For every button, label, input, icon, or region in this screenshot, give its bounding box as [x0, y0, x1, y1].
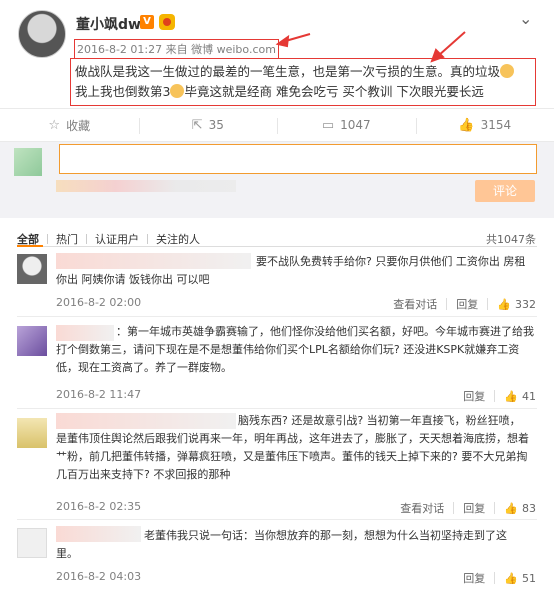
tab-verified[interactable]: 认证用户 [95, 231, 139, 247]
comment-text-line: 打个倒数第三，请问下现在是不是想董伟给你们买个LPL名额给你们玩? 还没进KSP… [56, 343, 520, 356]
chevron-down-icon[interactable]: ⌄ [519, 9, 532, 28]
comment-total: 共1047条 [486, 233, 536, 246]
comment-text: ：第一年城市英雄争霸赛输了，他们怪你没给他们买名额，好吧。今年城市赛进了给我 打… [56, 323, 536, 377]
level-badge-icon [159, 14, 175, 30]
comment-icon: ▭ [321, 117, 335, 133]
favorite-button[interactable]: ☆ 收藏 [0, 109, 139, 141]
my-avatar [14, 148, 42, 176]
view-conversation-link[interactable]: 查看对话 [400, 500, 444, 516]
like-count: 41 [522, 389, 536, 403]
repost-count: 35 [208, 118, 224, 132]
post-text-line2a: 我上我也倒数第3 [75, 84, 171, 99]
comment-text: 老董伟我只说一句话：当你想放弃的那一刻，想想为什么当初坚持走到了这 里。 [56, 527, 536, 563]
comment-text-line: 老董伟我只说一句话：当你想放弃的那一刻，想想为什么当初坚持走到了这 [144, 529, 507, 542]
reply-link[interactable]: 回复 [463, 500, 485, 516]
comment-tools: 回复 👍 51 [463, 570, 536, 586]
tab-hot[interactable]: 热门 [56, 231, 78, 247]
like-count: 51 [522, 571, 536, 585]
comment-text-line: 艹粉，前几把董伟转播，弹幕疯狂喷，又是董伟压下喷声。董伟的钱天上掉下来的? 要不… [56, 450, 528, 463]
repost-icon: ⇱ [191, 117, 203, 133]
post-text-line1: 做战队是我这一生做过的最差的一笔生意，也是第一次亏损的生意。真的垃圾 [75, 64, 501, 79]
reply-link[interactable]: 回复 [456, 296, 478, 312]
action-bar: ☆ 收藏 ⇱ 35 ▭ 1047 👍 3154 [0, 108, 554, 142]
comment-text-line: 是董伟顶住舆论然后跟我们说再来一年，明年再战，这年进去了，膨胀了，天天想着海底捞… [56, 432, 529, 445]
commenter-avatar[interactable] [17, 528, 47, 558]
view-conversation-link[interactable]: 查看对话 [393, 296, 437, 312]
send-comment-button[interactable]: 评论 [475, 180, 535, 202]
comment-text: 脑残东西? 还是故意引战? 当初第一年直接飞，粉丝狂喷， 是董伟顶住舆论然后跟我… [56, 412, 536, 484]
like-button[interactable]: 👍 3154 [415, 109, 554, 141]
like-count: 83 [522, 501, 536, 515]
comment-text-line: 低，现在工资高了。养了一群废物。 [56, 361, 232, 374]
thumbs-up-icon[interactable]: 👍 [504, 572, 518, 585]
comment-time: 2016-8-2 04:03 [56, 570, 142, 583]
comment-text-line: 脑残东西? 还是故意引战? 当初第一年直接飞，粉丝狂喷， [238, 414, 521, 427]
comment-text-line: 里。 [56, 547, 78, 560]
comment-text-line: 你出 阿姨你请 饭钱你出 可以吧 [56, 273, 210, 286]
emoji-icon [170, 84, 185, 98]
like-count: 3154 [480, 118, 512, 132]
star-icon: ☆ [48, 117, 61, 133]
author-avatar[interactable] [18, 10, 66, 58]
thumbs-up-icon[interactable]: 👍 [504, 502, 518, 515]
comment-tools: 查看对话 回复 👍 332 [393, 296, 536, 312]
comment-time: 2016-8-2 02:00 [56, 296, 142, 309]
like-count: 332 [515, 297, 536, 311]
comment-tools: 查看对话 回复 👍 83 [400, 500, 536, 516]
comment-filter-tabs: 全部 热门 认证用户 关注的人 [17, 231, 200, 247]
commenter-avatar[interactable] [17, 326, 47, 356]
post-meta-text: 2016-8-2 01:27 来自 微博 weibo.com [77, 43, 276, 56]
comment-text: 要不战队免费转手给你? 只要你月供他们 工资你出 房租 你出 阿姨你请 饭钱你出… [56, 253, 536, 289]
thumbs-up-icon: 👍 [458, 117, 475, 133]
comment-text-line: 几百万出来支持下? 不求回报的那种 [56, 468, 231, 481]
comment-count: 1047 [340, 118, 371, 132]
comment-text-line: 要不战队免费转手给你? 只要你月供他们 工资你出 房租 [256, 255, 526, 268]
repost-button[interactable]: ⇱ 35 [138, 109, 278, 141]
reply-link[interactable]: 回复 [463, 570, 485, 586]
comment-time: 2016-8-2 11:47 [56, 388, 142, 401]
post-text-line2b: 毕竟这就是经商 难免会吃亏 买个教训 下次眼光要长远 [184, 84, 484, 99]
comment-input[interactable] [59, 144, 537, 174]
author-name[interactable]: 董小飒dw [76, 14, 141, 34]
comment-tools: 回复 👍 41 [463, 388, 536, 404]
favorite-label: 收藏 [66, 118, 91, 133]
emoji-icon [500, 64, 515, 78]
post-meta: 2016-8-2 01:27 来自 微博 weibo.com [74, 39, 279, 59]
thumbs-up-icon[interactable]: 👍 [497, 298, 511, 311]
post-text: 做战队是我这一生做过的最差的一笔生意，也是第一次亏损的生意。真的垃圾 我上我也倒… [70, 58, 536, 106]
tab-following[interactable]: 关注的人 [156, 231, 200, 247]
commenter-avatar[interactable] [17, 418, 47, 448]
emoji-toolbar[interactable] [56, 180, 236, 192]
thumbs-up-icon[interactable]: 👍 [504, 390, 518, 403]
reply-link[interactable]: 回复 [463, 388, 485, 404]
commenter-avatar[interactable] [17, 254, 47, 284]
comment-time: 2016-8-2 02:35 [56, 500, 142, 513]
comment-text-line: ：第一年城市英雄争霸赛输了，他们怪你没给他们买名额，好吧。今年城市赛进了给我 [116, 325, 534, 338]
comment-button[interactable]: ▭ 1047 [277, 109, 416, 141]
verified-badge: V [140, 15, 154, 29]
